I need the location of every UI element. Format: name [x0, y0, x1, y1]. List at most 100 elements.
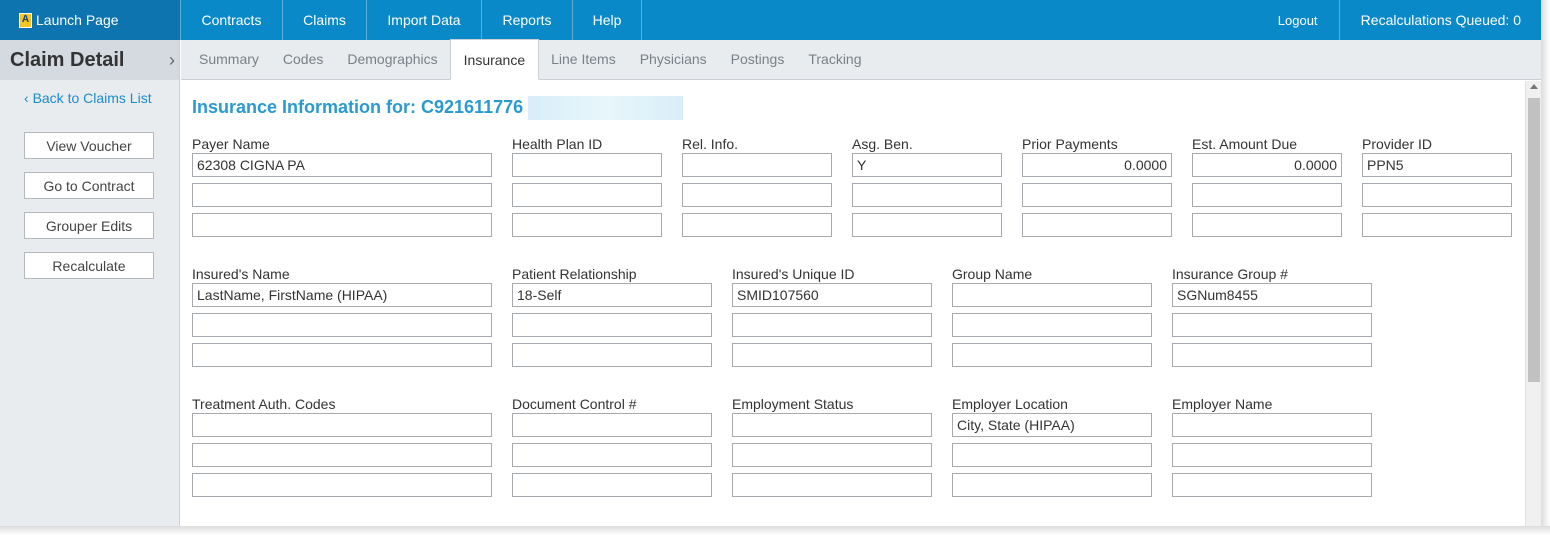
- patient-relationship-input-3[interactable]: [512, 343, 712, 367]
- document-control-input-3[interactable]: [512, 473, 712, 497]
- tab-tracking[interactable]: Tracking: [796, 39, 873, 79]
- health-plan-id-input-3[interactable]: [512, 213, 662, 237]
- insured-s-name-input-1[interactable]: [192, 283, 492, 307]
- treatment-auth-codes-input-1[interactable]: [192, 413, 492, 437]
- rel-info-input-3[interactable]: [682, 213, 832, 237]
- insured-s-name-input-2[interactable]: [192, 313, 492, 337]
- provider-id-input-1[interactable]: [1362, 153, 1512, 177]
- tab-line-items[interactable]: Line Items: [539, 39, 628, 79]
- insured-s-unique-id-label: Insured's Unique ID: [732, 266, 855, 282]
- group-name-label: Group Name: [952, 266, 1033, 282]
- insured-s-unique-id-input-3[interactable]: [732, 343, 932, 367]
- insurance-panel: Insurance Information for: C921611776 --…: [181, 81, 1525, 526]
- tab-insurance[interactable]: Insurance: [449, 39, 540, 80]
- nav-import-data[interactable]: Import Data: [367, 0, 482, 40]
- treatment-auth-codes-input-2[interactable]: [192, 443, 492, 467]
- group-name-input-2[interactable]: [952, 313, 1152, 337]
- payer-name-input-1[interactable]: [192, 153, 492, 177]
- employer-name-input-2[interactable]: [1172, 443, 1372, 467]
- prior-payments-input-3[interactable]: [1022, 213, 1172, 237]
- tab-codes[interactable]: Codes: [271, 39, 335, 79]
- employer-name-input-3[interactable]: [1172, 473, 1372, 497]
- sidebar-header: Claim Detail ›: [0, 40, 179, 80]
- est-amount-due-input-3[interactable]: [1192, 213, 1342, 237]
- chevron-left-icon: ‹: [24, 90, 29, 106]
- sidebar: Claim Detail › ‹ Back to Claims List Vie…: [0, 40, 180, 526]
- treatment-auth-codes-label: Treatment Auth. Codes: [192, 396, 336, 412]
- employment-status-input-1[interactable]: [732, 413, 932, 437]
- scroll-up-arrow-icon[interactable]: [1530, 84, 1538, 89]
- provider-id-input-3[interactable]: [1362, 213, 1512, 237]
- asg-ben-input-1[interactable]: [852, 153, 1002, 177]
- redacted-patient-name: [528, 96, 683, 120]
- go-to-contract-button[interactable]: Go to Contract: [24, 172, 154, 199]
- chevron-right-icon[interactable]: ›: [169, 50, 175, 71]
- document-control-input-1[interactable]: [512, 413, 712, 437]
- nav-claims[interactable]: Claims: [283, 0, 367, 40]
- grouper-edits-button[interactable]: Grouper Edits: [24, 212, 154, 239]
- tab-demographics[interactable]: Demographics: [335, 39, 449, 79]
- insured-s-unique-id-input-1[interactable]: [732, 283, 932, 307]
- page-title: Insurance Information for: C921611776 --: [192, 97, 541, 117]
- employer-location-input-1[interactable]: [952, 413, 1152, 437]
- insurance-group-input-1[interactable]: [1172, 283, 1372, 307]
- insurance-group-input-3[interactable]: [1172, 343, 1372, 367]
- prior-payments-label: Prior Payments: [1022, 136, 1118, 152]
- employer-location-input-2[interactable]: [952, 443, 1152, 467]
- insured-s-name-input-3[interactable]: [192, 343, 492, 367]
- employment-status-input-2[interactable]: [732, 443, 932, 467]
- employment-status-label: Employment Status: [732, 396, 854, 412]
- group-name-input-1[interactable]: [952, 283, 1152, 307]
- employer-location-label: Employer Location: [952, 396, 1068, 412]
- insurance-group-input-2[interactable]: [1172, 313, 1372, 337]
- employer-location-input-3[interactable]: [952, 473, 1152, 497]
- view-voucher-button[interactable]: View Voucher: [24, 132, 154, 159]
- prior-payments-input-1[interactable]: [1022, 153, 1172, 177]
- vertical-scrollbar[interactable]: [1525, 81, 1541, 526]
- rel-info-input-2[interactable]: [682, 183, 832, 207]
- nav-contracts[interactable]: Contracts: [181, 0, 283, 40]
- prior-payments-input-2[interactable]: [1022, 183, 1172, 207]
- provider-id-input-2[interactable]: [1362, 183, 1512, 207]
- est-amount-due-input-2[interactable]: [1192, 183, 1342, 207]
- patient-relationship-input-1[interactable]: [512, 283, 712, 307]
- logout-link[interactable]: Logout: [1257, 0, 1340, 40]
- recalculations-queued-status: Recalculations Queued: 0: [1360, 12, 1521, 28]
- asg-ben-input-3[interactable]: [852, 213, 1002, 237]
- document-control-input-2[interactable]: [512, 443, 712, 467]
- nav-reports[interactable]: Reports: [482, 0, 573, 40]
- tab-postings[interactable]: Postings: [719, 39, 797, 79]
- detail-tabs: Summary Codes Demographics Insurance Lin…: [181, 39, 1541, 80]
- asg-ben-input-2[interactable]: [852, 183, 1002, 207]
- insured-s-unique-id-input-2[interactable]: [732, 313, 932, 337]
- window-shadow-bottom: [0, 526, 1550, 535]
- employment-status-input-3[interactable]: [732, 473, 932, 497]
- rel-info-label: Rel. Info.: [682, 136, 739, 152]
- group-name-input-3[interactable]: [952, 343, 1152, 367]
- payer-name-input-3[interactable]: [192, 213, 492, 237]
- patient-relationship-label: Patient Relationship: [512, 266, 637, 282]
- employer-name-input-1[interactable]: [1172, 413, 1372, 437]
- rel-info-input-1[interactable]: [682, 153, 832, 177]
- treatment-auth-codes-input-3[interactable]: [192, 473, 492, 497]
- document-control-label: Document Control #: [512, 396, 637, 412]
- provider-id-label: Provider ID: [1362, 136, 1433, 152]
- back-to-claims-link[interactable]: ‹ Back to Claims List: [24, 90, 179, 106]
- health-plan-id-input-1[interactable]: [512, 153, 662, 177]
- back-link-label: Back to Claims List: [32, 90, 152, 106]
- tab-summary[interactable]: Summary: [187, 39, 271, 79]
- est-amount-due-input-1[interactable]: [1192, 153, 1342, 177]
- nav-help[interactable]: Help: [573, 0, 642, 40]
- top-nav-bar: A Launch Page Contracts Claims Import Da…: [0, 0, 1541, 40]
- recalculate-button[interactable]: Recalculate: [24, 252, 154, 279]
- health-plan-id-input-2[interactable]: [512, 183, 662, 207]
- est-amount-due-label: Est. Amount Due: [1192, 136, 1298, 152]
- patient-relationship-input-2[interactable]: [512, 313, 712, 337]
- payer-name-label: Payer Name: [192, 136, 270, 152]
- payer-name-input-2[interactable]: [192, 183, 492, 207]
- scroll-thumb[interactable]: [1528, 98, 1540, 382]
- tab-physicians[interactable]: Physicians: [628, 39, 719, 79]
- insured-s-name-label: Insured's Name: [192, 266, 290, 282]
- launch-page-button[interactable]: A Launch Page: [0, 0, 181, 40]
